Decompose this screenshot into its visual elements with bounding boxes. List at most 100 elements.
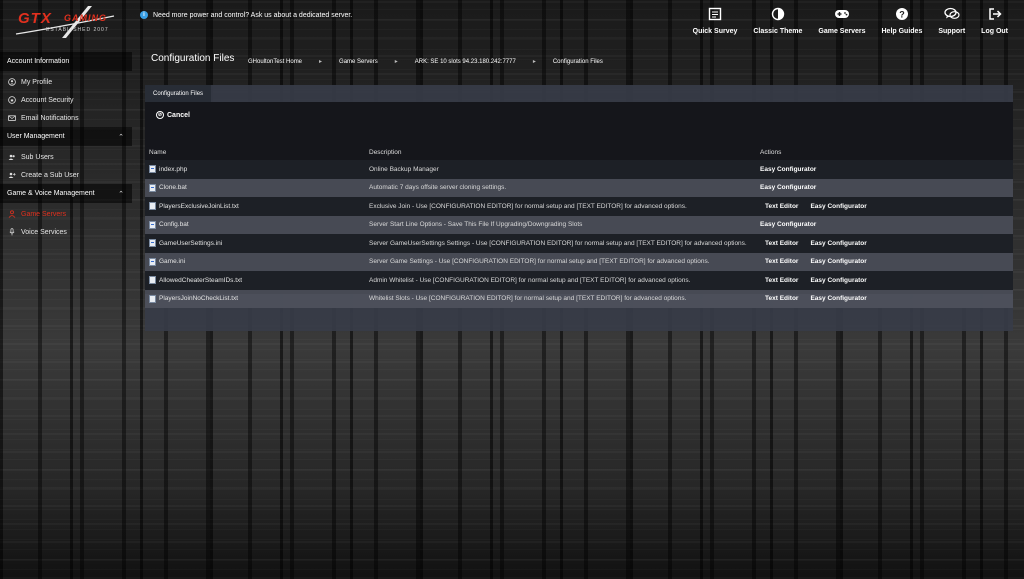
file-description: Exclusive Join - Use [CONFIGURATION EDIT… <box>369 202 687 210</box>
file-name-cell: Clone.bat <box>149 183 365 192</box>
file-name-cell: AllowedCheaterSteamIDs.txt <box>149 276 365 285</box>
breadcrumb-separator-icon: ▸ <box>532 59 536 65</box>
sidebar-item-label: Email Notifications <box>21 114 79 122</box>
dedicated-server-notice[interactable]: i Need more power and control? Ask us ab… <box>140 11 352 19</box>
sidebar-item-game-servers[interactable]: Game Servers <box>0 205 132 223</box>
column-header-name: Name <box>149 148 167 156</box>
file-name: PlayersExclusiveJoinList.txt <box>159 202 239 210</box>
file-description: Server GameUserSettings Settings - Use [… <box>369 239 747 247</box>
nav-support[interactable]: Support <box>930 6 973 35</box>
sidebar-section-game-voice-management[interactable]: Game & Voice Management ⌃ <box>0 184 132 203</box>
file-icon <box>149 220 156 229</box>
text-editor-button[interactable]: Text Editor <box>765 258 798 265</box>
section-title: Game & Voice Management <box>7 190 95 197</box>
table-row: AllowedCheaterSteamIDs.txt Admin Whiteli… <box>145 271 1013 290</box>
nav-classic-theme[interactable]: Classic Theme <box>745 6 810 35</box>
text-editor-button[interactable]: Text Editor <box>765 277 798 284</box>
person-icon <box>8 210 16 218</box>
gamepad-icon <box>834 6 850 22</box>
breadcrumb-home[interactable]: GHoultonTest Home <box>248 59 302 65</box>
easy-configurator-button[interactable]: Easy Configurator <box>760 184 816 191</box>
easy-configurator-button[interactable]: Easy Configurator <box>760 166 816 173</box>
cancel-label: Cancel <box>167 111 190 119</box>
easy-configurator-button[interactable]: Easy Configurator <box>810 295 866 302</box>
nav-help-guides[interactable]: ? Help Guides <box>874 6 931 35</box>
file-name-cell: index.php <box>149 165 365 174</box>
row-actions: Text Editor Easy Configurator <box>760 258 1013 265</box>
sidebar-item-my-profile[interactable]: My Profile <box>0 73 132 91</box>
cancel-icon: ⊘ <box>156 111 164 119</box>
easy-configurator-button[interactable]: Easy Configurator <box>760 221 816 228</box>
chevron-up-icon: ⌃ <box>118 133 124 141</box>
row-actions: Easy Configurator <box>760 221 1013 228</box>
sidebar-item-sub-users[interactable]: Sub Users <box>0 148 132 166</box>
nav-quick-survey[interactable]: Quick Survey <box>685 6 746 35</box>
sidebar-item-account-security[interactable]: Account Security <box>0 91 132 109</box>
cancel-button[interactable]: ⊘ Cancel <box>156 111 190 119</box>
easy-configurator-button[interactable]: Easy Configurator <box>810 277 866 284</box>
easy-configurator-button[interactable]: Easy Configurator <box>810 240 866 247</box>
tab-configuration-files[interactable]: Configuration Files <box>145 85 212 102</box>
file-description: Whitelist Slots - Use [CONFIGURATION EDI… <box>369 295 687 303</box>
file-icon <box>149 165 156 174</box>
file-description: Server Game Settings - Use [CONFIGURATIO… <box>369 258 710 266</box>
sidebar-item-voice-services[interactable]: Voice Services <box>0 223 132 241</box>
column-header-description: Description <box>369 148 402 156</box>
shield-icon <box>8 96 16 104</box>
nav-label: Log Out <box>981 28 1008 35</box>
logo-text: GTX <box>18 10 52 27</box>
file-icon <box>149 183 156 192</box>
section-title: User Management <box>7 133 65 140</box>
nav-label: Game Servers <box>818 28 866 35</box>
table-row: Game.ini Server Game Settings - Use [CON… <box>145 252 1013 271</box>
file-name-cell: PlayersExclusiveJoinList.txt <box>149 202 365 211</box>
sidebar-item-label: Create a Sub User <box>21 171 79 179</box>
file-description: Online Backup Manager <box>369 165 439 173</box>
file-description: Automatic 7 days offsite server cloning … <box>369 184 507 192</box>
panel-body: ⊘ Cancel Name Description Actions index.… <box>145 102 1013 308</box>
easy-configurator-button[interactable]: Easy Configurator <box>810 258 866 265</box>
user-plus-icon <box>8 171 16 179</box>
file-icon <box>149 294 156 303</box>
file-icon <box>149 276 156 285</box>
file-name: PlayersJoinNoCheckList.txt <box>159 295 239 303</box>
nav-label: Support <box>938 28 966 35</box>
file-description: Admin Whitelist - Use [CONFIGURATION EDI… <box>369 276 691 284</box>
file-name-cell: Config.bat <box>149 220 365 229</box>
logo-subtext: GAMING <box>64 13 107 23</box>
file-name: AllowedCheaterSteamIDs.txt <box>159 276 243 284</box>
configuration-files-panel: Configuration Files ⊘ Cancel Name Descri… <box>145 85 1013 331</box>
text-editor-button[interactable]: Text Editor <box>765 240 798 247</box>
page-title: Configuration Files <box>151 53 235 64</box>
table-row: GameUserSettings.ini Server GameUserSett… <box>145 234 1013 253</box>
breadcrumb-server[interactable]: ARK: SE 10 slots 94.23.180.242:7777 <box>415 59 516 65</box>
nav-log-out[interactable]: Log Out <box>973 6 1016 35</box>
sidebar-section-account-information: Account Information <box>0 52 132 71</box>
sidebar-item-email-notifications[interactable]: Email Notifications <box>0 109 132 127</box>
top-navigation: Quick Survey Classic Theme Game Servers … <box>685 6 1016 35</box>
microphone-icon <box>8 228 16 236</box>
nav-game-servers[interactable]: Game Servers <box>810 6 873 35</box>
easy-configurator-button[interactable]: Easy Configurator <box>810 203 866 210</box>
chat-icon <box>944 6 960 22</box>
sidebar-item-create-sub-user[interactable]: Create a Sub User <box>0 166 132 184</box>
info-icon: i <box>140 11 148 19</box>
sidebar-section-user-management[interactable]: User Management ⌃ <box>0 127 132 146</box>
column-header-actions: Actions <box>760 148 782 156</box>
row-actions: Easy Configurator <box>760 184 1013 191</box>
logout-icon <box>987 6 1003 22</box>
breadcrumb: GHoultonTest Home ▸ Game Servers ▸ ARK: … <box>248 58 603 66</box>
section-title: Account Information <box>7 58 70 65</box>
help-icon: ? <box>894 6 910 22</box>
svg-text:?: ? <box>899 9 905 19</box>
logo-established: ESTABLISHED 2007 <box>46 27 109 33</box>
breadcrumb-current: Configuration Files <box>552 58 603 65</box>
text-editor-button[interactable]: Text Editor <box>765 203 798 210</box>
text-editor-button[interactable]: Text Editor <box>765 295 798 302</box>
breadcrumb-game-servers[interactable]: Game Servers <box>339 59 378 65</box>
config-files-table: Name Description Actions index.php Onlin… <box>145 144 1013 308</box>
nav-label: Classic Theme <box>753 28 803 35</box>
gtx-gaming-logo[interactable]: GTX GAMING ESTABLISHED 2007 <box>14 4 118 40</box>
table-row: Clone.bat Automatic 7 days offsite serve… <box>145 178 1013 197</box>
file-name: Game.ini <box>159 258 186 266</box>
